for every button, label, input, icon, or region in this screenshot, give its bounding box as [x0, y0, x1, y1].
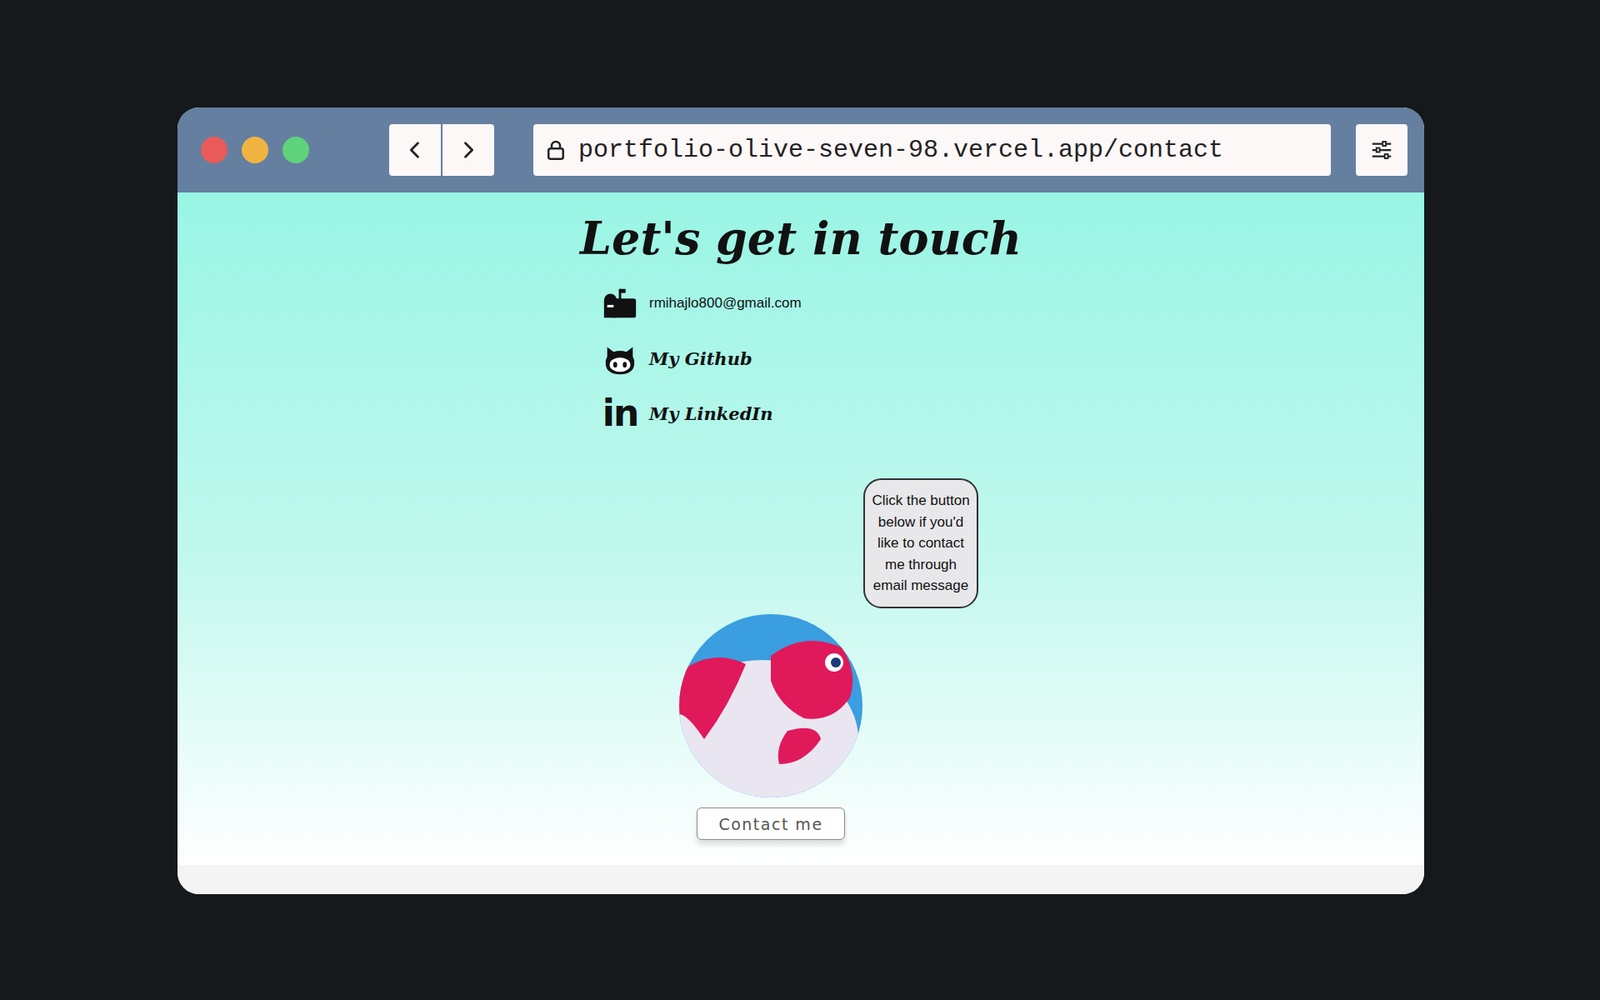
forward-button[interactable]: [442, 124, 495, 176]
address-bar[interactable]: portfolio-olive-seven-98.vercel.app/cont…: [533, 124, 1331, 176]
contact-label: My LinkedIn: [649, 403, 773, 425]
contact-me-button[interactable]: Contact me: [696, 807, 845, 840]
browser-toolbar: portfolio-olive-seven-98.vercel.app/cont…: [177, 107, 1425, 193]
back-button[interactable]: [389, 124, 441, 176]
settings-button[interactable]: [1355, 124, 1408, 176]
speech-bubble: Click the button below if you'd like to …: [863, 478, 979, 609]
close-button[interactable]: [200, 136, 228, 164]
browser-footer: [177, 865, 1425, 895]
contact-label: rmihajlo800@gmail.com: [649, 295, 802, 312]
github-contact[interactable]: My Github: [600, 339, 1001, 378]
fish-icon: [679, 614, 863, 798]
browser-window: portfolio-olive-seven-98.vercel.app/cont…: [177, 107, 1425, 895]
sliders-icon: [1369, 137, 1395, 163]
window-controls: [200, 136, 310, 164]
linkedin-icon: in: [600, 394, 640, 433]
chevron-right-icon: [456, 138, 480, 162]
contact-list: rmihajlo800@gmail.com My Github in My Linke…: [600, 284, 1001, 433]
contact-page: Let's get in touch rmihajlo800@gmail.com M…: [177, 192, 1425, 865]
page-title: Let's get in touch: [580, 209, 1022, 268]
maximize-button[interactable]: [282, 136, 310, 164]
mailbox-icon: [600, 284, 640, 323]
minimize-button[interactable]: [241, 136, 269, 164]
fish-avatar: Click the button below if you'd like to …: [679, 614, 863, 798]
contact-label: My Github: [649, 348, 753, 370]
chevron-left-icon: [403, 138, 427, 162]
email-contact[interactable]: rmihajlo800@gmail.com: [600, 284, 1001, 323]
navigation-buttons: [389, 124, 495, 176]
lock-icon: [543, 137, 569, 163]
github-icon: [600, 339, 640, 378]
contact-widget: Click the button below if you'd like to …: [679, 614, 863, 840]
desktop-background: portfolio-olive-seven-98.vercel.app/cont…: [0, 0, 1600, 1000]
linkedin-contact[interactable]: in My LinkedIn: [600, 394, 1001, 433]
url-text: portfolio-olive-seven-98.vercel.app/cont…: [578, 135, 1224, 165]
